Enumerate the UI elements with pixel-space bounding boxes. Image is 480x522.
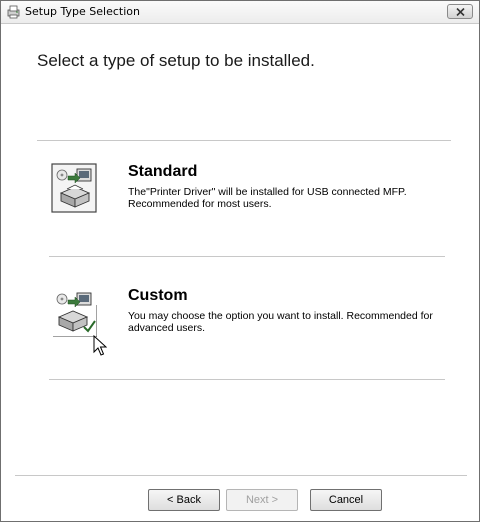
mouse-cursor-icon (93, 335, 107, 356)
button-area-divider (15, 475, 467, 476)
next-button[interactable]: Next > (226, 489, 298, 511)
option-standard-title: Standard (128, 163, 198, 180)
printer-install-icon (51, 163, 97, 213)
divider (49, 256, 445, 257)
option-standard-description: The"Printer Driver" will be installed fo… (128, 186, 407, 210)
setup-app-icon (7, 5, 20, 19)
setup-dialog: Setup Type Selection Select a type of se… (0, 0, 480, 522)
back-button[interactable]: < Back (148, 489, 220, 511)
close-button[interactable] (447, 4, 473, 19)
option-custom-description: You may choose the option you want to in… (128, 310, 433, 334)
close-icon (456, 8, 465, 16)
cancel-button[interactable]: Cancel (310, 489, 382, 511)
window-title: Setup Type Selection (25, 5, 140, 18)
divider (37, 140, 451, 141)
page-heading: Select a type of setup to be installed. (37, 51, 315, 70)
divider (49, 379, 445, 380)
printer-custom-install-icon (53, 292, 97, 337)
title-bar: Setup Type Selection (1, 1, 479, 24)
option-standard[interactable]: Standard The"Printer Driver" will be ins… (41, 159, 451, 241)
option-custom-title: Custom (128, 287, 188, 304)
